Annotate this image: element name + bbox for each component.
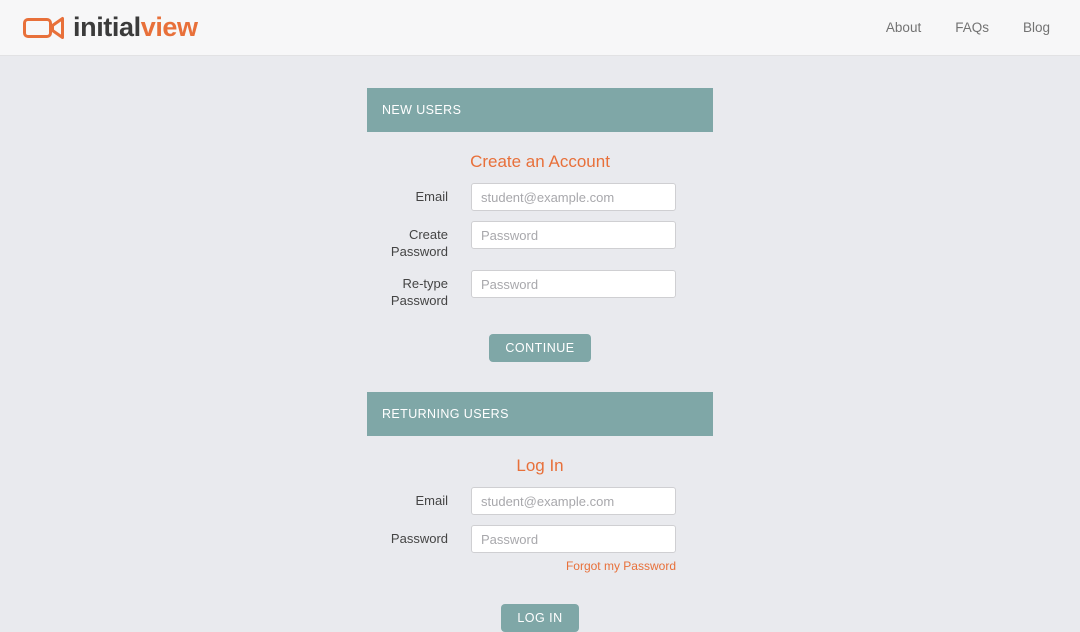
returning-users-section-bar: RETURNING USERS: [367, 392, 713, 436]
returning-users-section-label: RETURNING USERS: [382, 407, 509, 421]
login-password-row: Password Forgot my Password: [367, 525, 713, 575]
login-password-input[interactable]: [471, 525, 676, 553]
new-users-create-password-label: Create Password: [367, 221, 471, 260]
new-users-retype-password-label-line2: Password: [390, 293, 448, 308]
new-users-retype-password-label-line1: Re-type: [402, 276, 448, 291]
new-users-retype-password-control: [471, 270, 676, 298]
main-nav: About FAQs Blog: [886, 20, 1056, 35]
nav-link-faqs[interactable]: FAQs: [955, 20, 989, 35]
new-users-create-password-label-line1: Create: [408, 227, 448, 242]
new-users-section-label: NEW USERS: [382, 103, 462, 117]
login-email-label: Email: [415, 493, 448, 508]
forgot-password-link[interactable]: Forgot my Password: [566, 559, 676, 573]
new-users-section-bar: NEW USERS: [367, 88, 713, 132]
create-account-title: Create an Account: [470, 152, 610, 171]
login-email-control: [471, 487, 676, 515]
login-email-input[interactable]: [471, 487, 676, 515]
login-email-row: Email: [367, 487, 713, 515]
nav-link-blog[interactable]: Blog: [1023, 20, 1050, 35]
panel-spacer: [0, 362, 1080, 392]
brand-wordmark-primary: initial: [73, 12, 141, 42]
login-password-label: Password: [390, 531, 448, 546]
returning-users-panel: RETURNING USERS Log In Email Password Fo…: [367, 392, 713, 632]
site-header: initialview About FAQs Blog: [0, 0, 1080, 56]
login-button-row: LOG IN: [367, 585, 713, 632]
log-in-button[interactable]: LOG IN: [501, 604, 579, 632]
new-users-retype-password-label: Re-type Password: [367, 270, 471, 309]
new-users-email-input[interactable]: [471, 183, 676, 211]
log-in-title: Log In: [516, 456, 564, 475]
nav-link-about[interactable]: About: [886, 20, 921, 35]
brand-logo[interactable]: initialview: [22, 14, 198, 42]
new-users-panel: NEW USERS Create an Account Email Create…: [367, 88, 713, 362]
video-camera-icon: [22, 14, 66, 42]
new-users-create-password-input[interactable]: [471, 221, 676, 249]
new-users-retype-password-row: Re-type Password: [367, 270, 713, 309]
brand-wordmark: initialview: [73, 14, 198, 41]
page-body: NEW USERS Create an Account Email Create…: [0, 56, 1080, 632]
new-users-button-row: CONTINUE: [367, 319, 713, 362]
login-password-control: Forgot my Password: [471, 525, 676, 575]
new-users-retype-password-input[interactable]: [471, 270, 676, 298]
new-users-email-control: [471, 183, 676, 211]
forgot-password-row: Forgot my Password: [471, 557, 676, 575]
new-users-email-row: Email: [367, 183, 713, 211]
new-users-create-password-control: [471, 221, 676, 249]
new-users-create-password-label-line2: Password: [390, 244, 448, 259]
new-users-email-label: Email: [415, 189, 448, 204]
new-users-create-password-row: Create Password: [367, 221, 713, 260]
brand-wordmark-accent: view: [140, 12, 198, 42]
continue-button[interactable]: CONTINUE: [489, 334, 591, 362]
